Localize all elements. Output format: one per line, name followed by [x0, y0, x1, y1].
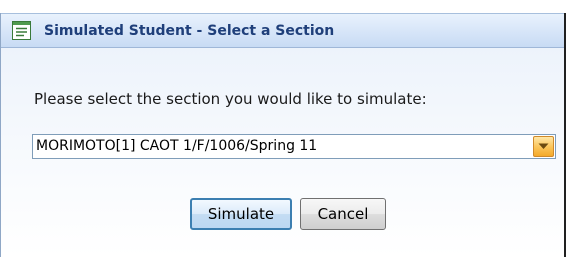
dropdown-arrow-button[interactable] — [533, 136, 554, 157]
cancel-button[interactable]: Cancel — [300, 198, 386, 230]
dialog-titlebar[interactable]: Simulated Student - Select a Section — [1, 13, 564, 48]
section-prompt-label: Please select the section you would like… — [34, 90, 427, 108]
section-select-value: MORIMOTO[1] CAOT 1/F/1006/Spring 11 — [36, 138, 318, 154]
list-window-icon — [12, 21, 31, 40]
chevron-down-icon — [538, 143, 549, 149]
dialog-title: Simulated Student - Select a Section — [44, 23, 335, 39]
select-section-dialog: Simulated Student - Select a Section Ple… — [0, 13, 566, 257]
section-select[interactable]: MORIMOTO[1] CAOT 1/F/1006/Spring 11 — [32, 134, 556, 159]
simulate-button[interactable]: Simulate — [190, 198, 292, 230]
screen: Simulated Student - Select a Section Ple… — [0, 0, 573, 257]
dialog-body: Please select the section you would like… — [1, 48, 564, 257]
